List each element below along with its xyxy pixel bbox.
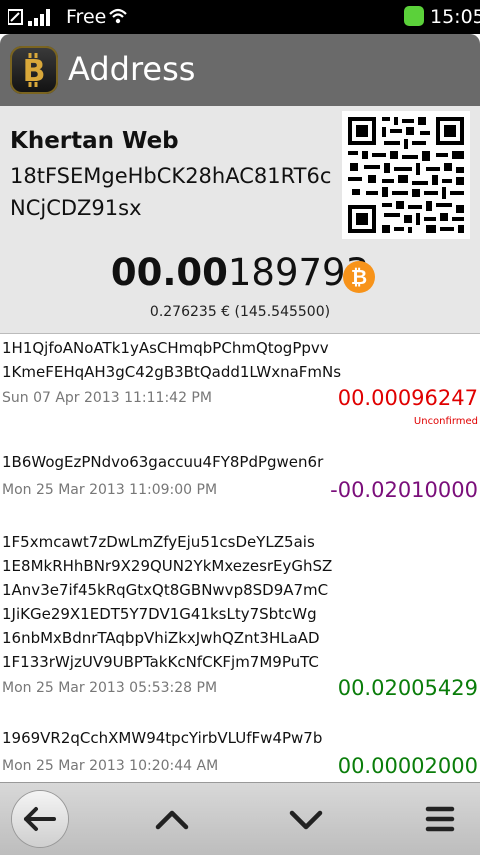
transaction-address: 1969VR2qCchXMW94tpcYirbVLUfFw4Pw7b [2, 729, 323, 747]
address-summary: Khertan Web 18tFSEMgeHbCK28hAC81RT6c NCj… [0, 106, 480, 333]
menu-button[interactable] [410, 789, 470, 849]
transaction-item[interactable]: 1F5xmcawt7zDwLmZfyEju51csDeYLZ5ais 1E8Mk… [0, 530, 480, 700]
chevron-up-icon [155, 810, 189, 830]
transaction-date: Mon 25 Mar 2013 10:20:44 AM [2, 758, 219, 774]
transaction-address: 1H1QjfoANoATk1yAsCHmqbPChmQtogPpvv [2, 339, 329, 357]
wifi-icon [109, 8, 127, 24]
scroll-up-button[interactable] [142, 789, 202, 849]
scroll-down-button[interactable] [276, 789, 336, 849]
page-title: Address [68, 50, 196, 88]
transaction-address: 1Anv3e7if45kRqGtxQt8GBNwvp8SD9A7mC [2, 581, 329, 599]
transaction-amount: 00.00002000 [337, 754, 478, 778]
signal-strength-icon [8, 9, 50, 26]
transaction-address: 1B6WogEzPNdvo63gaccuu4FY8PdPgwen6r [2, 453, 324, 471]
svg-text:B: B [23, 54, 46, 89]
bitcoin-coin-icon: ₿ [343, 261, 375, 293]
qr-code [342, 111, 470, 239]
address-value-line1: 18tFSEMgeHbCK28hAC81RT6c [10, 164, 332, 188]
transaction-item[interactable]: 1969VR2qCchXMW94tpcYirbVLUfFw4Pw7b Mon 2… [0, 726, 480, 778]
chevron-down-icon [289, 810, 323, 830]
clock: 15:05 [430, 6, 480, 28]
transaction-item[interactable]: 1B6WogEzPNdvo63gaccuu4FY8PdPgwen6r Mon 2… [0, 450, 480, 502]
transaction-address: 1F5xmcawt7zDwLmZfyEju51csDeYLZ5ais [2, 533, 315, 551]
back-arrow-icon [24, 807, 56, 831]
balance: 00.00189793 [0, 251, 480, 294]
transaction-item[interactable]: 1H1QjfoANoATk1yAsCHmqbPChmQtogPpvv 1KmeF… [0, 336, 480, 427]
fiat-value: 0.276235 € (145.545500) [149, 304, 331, 320]
transaction-date: Sun 07 Apr 2013 11:11:42 PM [2, 390, 212, 406]
carrier-name: Free [66, 6, 107, 28]
transaction-amount: -00.02010000 [330, 478, 478, 502]
transaction-date: Mon 25 Mar 2013 05:53:28 PM [2, 680, 218, 696]
transaction-date: Mon 25 Mar 2013 11:09:00 PM [2, 482, 218, 498]
transaction-amount: 00.00096247 [337, 386, 478, 410]
transaction-address: 1KmeFEHqAH3gC42gB3BtQadd1LWxnaFmNs [2, 363, 342, 381]
battery-icon [404, 6, 424, 26]
address-value-line2: NCjCDZ91sx [10, 196, 142, 220]
header-bar: B Address [0, 34, 480, 106]
transaction-list[interactable]: 1H1QjfoANoATk1yAsCHmqbPChmQtogPpvv 1KmeF… [0, 333, 480, 783]
transaction-status: Unconfirmed [413, 416, 478, 427]
transaction-amount: 00.02005429 [337, 676, 478, 700]
transaction-address: 1F133rWjzUV9UBPTakKcNfCKFjm7M9PuTC [2, 653, 319, 671]
transaction-address: 1JiKGe29X1EDT5Y7DV1G41ksLty7SbtcWg [2, 605, 317, 623]
back-button[interactable] [12, 791, 68, 847]
address-label: Khertan Web [10, 128, 179, 154]
bottom-toolbar [0, 782, 480, 855]
balance-integer-part: 00.00 [110, 251, 228, 294]
transaction-address: 16nbMxBdnrTAqbpVhiZkxJwhQZnt3HLaAD [2, 629, 320, 647]
status-bar: Free 15:05 [0, 0, 480, 34]
transaction-address: 1E8MkRHhBNr9X29QUN2YkMxezesrEyGhSZ [2, 557, 333, 575]
menu-icon [425, 806, 455, 832]
bitcoin-app-icon[interactable]: B [10, 46, 58, 94]
